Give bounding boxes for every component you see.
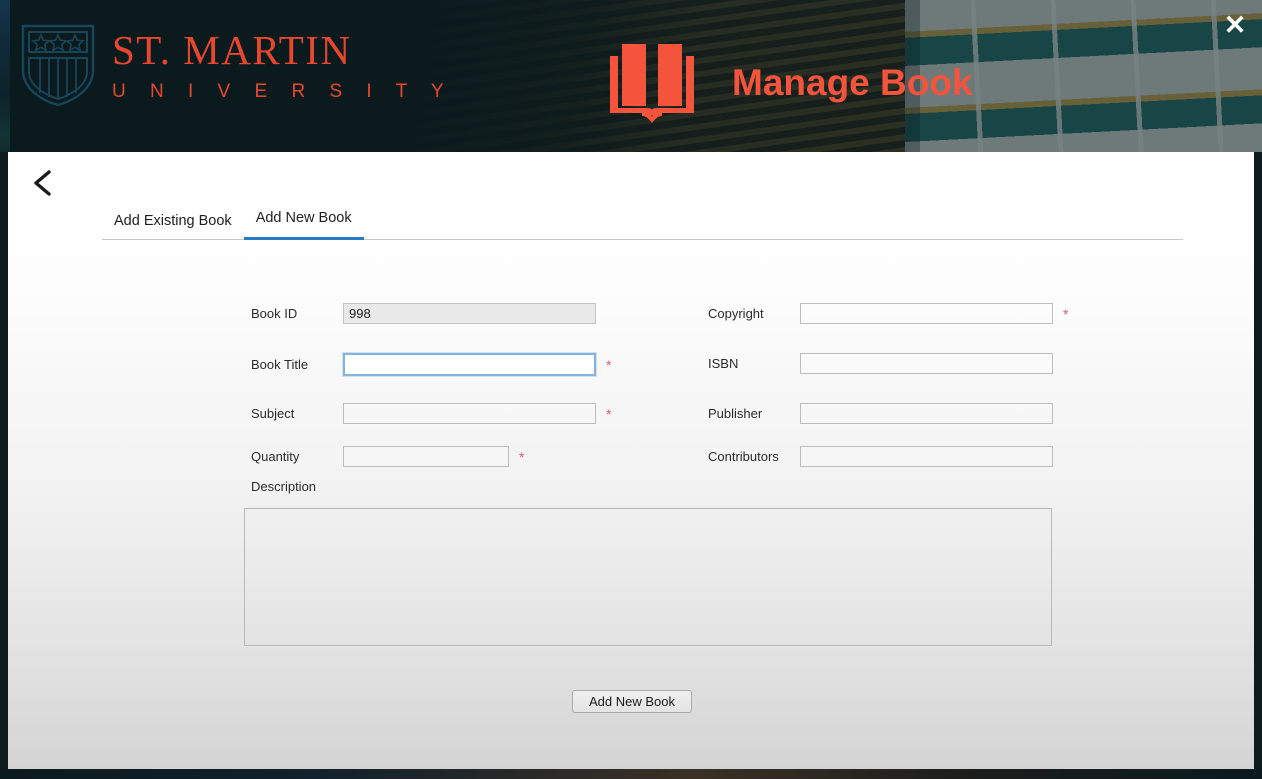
input-quantity[interactable]	[343, 446, 509, 467]
back-chevron-icon[interactable]	[27, 166, 61, 200]
add-new-book-button[interactable]: Add New Book	[572, 690, 692, 713]
field-isbn: ISBN	[708, 353, 1053, 374]
input-book-id[interactable]	[343, 303, 596, 324]
label-description: Description	[251, 479, 317, 494]
label-copyright: Copyright	[708, 306, 764, 321]
field-quantity: Quantity *	[251, 446, 524, 467]
field-subject: Subject *	[251, 403, 611, 424]
university-logo: ST. MARTIN U N I V E R S I T Y	[18, 22, 453, 108]
field-book-title: Book Title *	[251, 353, 611, 376]
page-title-group: Manage Book	[600, 36, 973, 130]
brand-subtitle: U N I V E R S I T Y	[112, 80, 453, 102]
logo-wordmark: ST. MARTIN U N I V E R S I T Y	[112, 26, 453, 102]
label-quantity: Quantity	[251, 449, 300, 464]
label-book-title: Book Title	[251, 357, 309, 372]
input-contributors[interactable]	[800, 446, 1053, 467]
field-publisher: Publisher	[708, 403, 1053, 424]
field-contributors: Contributors	[708, 446, 1053, 467]
required-marker-copyright: *	[1063, 305, 1069, 322]
input-book-title[interactable]	[343, 353, 596, 376]
brand-name: ST. MARTIN	[112, 26, 352, 73]
label-isbn: ISBN	[708, 356, 739, 371]
input-subject[interactable]	[343, 403, 596, 424]
required-marker-quantity: *	[519, 448, 525, 465]
page-title: Manage Book	[732, 62, 973, 103]
shield-stars-icon	[21, 24, 95, 107]
input-publisher[interactable]	[800, 403, 1053, 424]
manage-book-window: ST. MARTIN U N I V E R S I T Y Manage Bo…	[0, 0, 1262, 779]
label-subject: Subject	[251, 406, 295, 421]
required-marker-book-title: *	[606, 356, 612, 373]
window-bottom-edge	[0, 769, 1262, 779]
add-new-book-form: Book ID Book Title * Subject * Quantity …	[8, 152, 1254, 769]
close-icon[interactable]: ✕	[1220, 10, 1250, 40]
input-isbn[interactable]	[800, 353, 1053, 374]
content-panel: Add Existing Book Add New Book Book ID B…	[8, 152, 1254, 769]
label-publisher: Publisher	[708, 406, 763, 421]
header-banner: ST. MARTIN U N I V E R S I T Y Manage Bo…	[0, 0, 1262, 152]
required-marker-subject: *	[606, 405, 612, 422]
input-description[interactable]	[244, 508, 1052, 646]
label-contributors: Contributors	[708, 449, 779, 464]
field-book-id: Book ID	[251, 303, 596, 324]
field-copyright: Copyright *	[708, 303, 1068, 324]
label-book-id: Book ID	[251, 306, 298, 321]
open-book-icon	[610, 44, 694, 123]
input-copyright[interactable]	[800, 303, 1053, 324]
